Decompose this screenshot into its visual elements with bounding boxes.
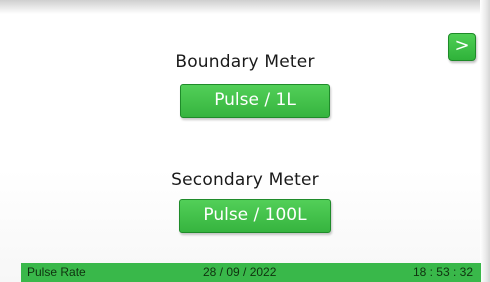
boundary-pulse-button[interactable]: Pulse / 1L (180, 84, 330, 118)
boundary-meter-title: Boundary Meter (175, 52, 315, 72)
top-bezel-shadow (0, 0, 490, 14)
secondary-meter-title: Secondary Meter (171, 170, 319, 190)
right-bezel-shadow (480, 0, 490, 282)
status-date: 28 / 09 / 2022 (203, 265, 277, 279)
status-time: 18 : 53 : 32 (412, 265, 473, 279)
status-bar: Pulse Rate 28 / 09 / 2022 18 : 53 : 32 (21, 263, 481, 282)
pulse-rate-screen: > Boundary Meter Pulse / 1L Secondary Me… (0, 0, 490, 282)
secondary-pulse-button[interactable]: Pulse / 100L (179, 199, 331, 233)
status-screen-label: Pulse Rate (27, 265, 86, 279)
